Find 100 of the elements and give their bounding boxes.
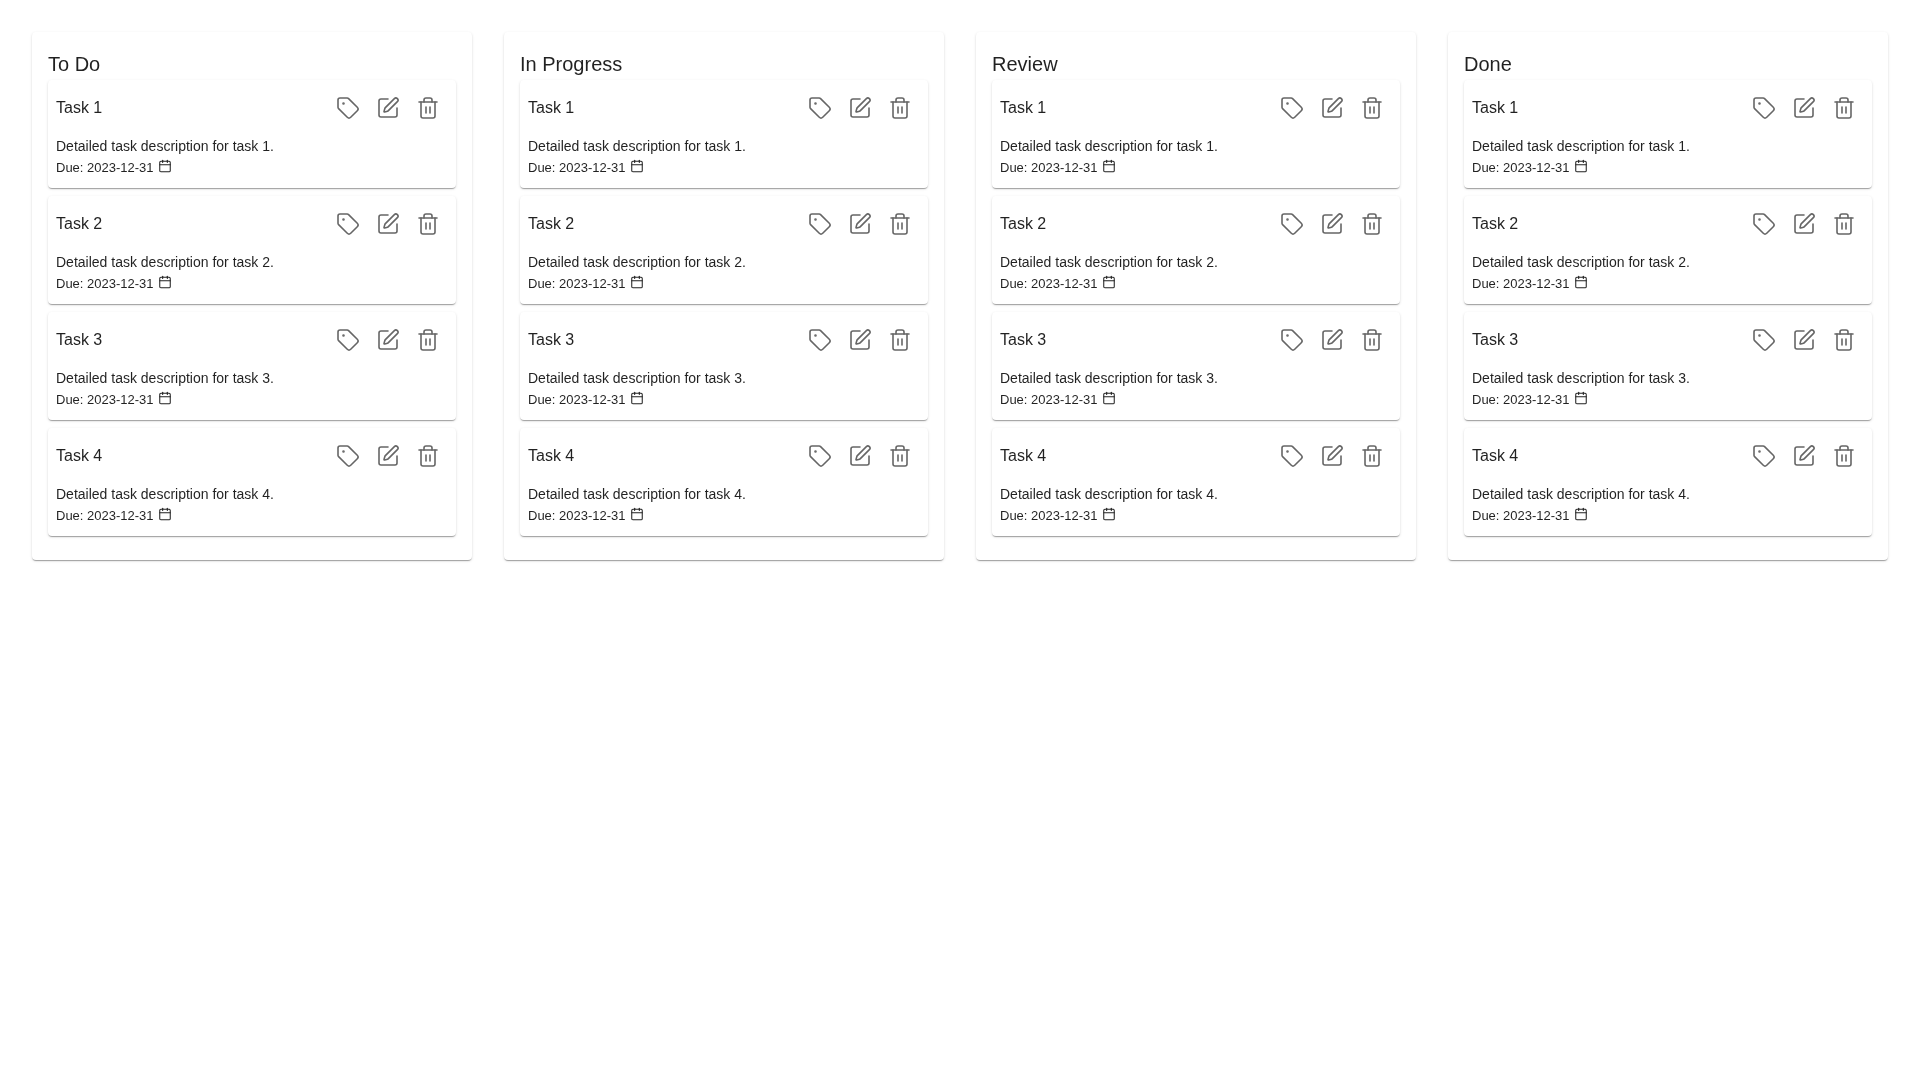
task-title: Task 1 xyxy=(56,98,103,118)
tag-icon xyxy=(1752,328,1776,352)
task-description: Detailed task description for task 4. xyxy=(1000,485,1218,504)
task-title: Task 2 xyxy=(528,214,575,234)
tag-icon xyxy=(1280,328,1304,352)
tag-icon xyxy=(1752,212,1776,236)
task-description: Detailed task description for task 3. xyxy=(528,369,746,388)
due-date: Due: 2023-12-31 xyxy=(1000,507,1098,525)
edit-icon xyxy=(376,212,400,236)
trash-icon xyxy=(1360,328,1384,352)
due-date: Due: 2023-12-31 xyxy=(1472,159,1570,177)
column-title: Done xyxy=(1464,52,1512,77)
task-title: Task 4 xyxy=(1000,446,1047,466)
tag-icon xyxy=(1280,444,1304,468)
calendar-icon xyxy=(157,159,172,173)
trash-icon xyxy=(416,96,440,120)
task-title: Task 3 xyxy=(1472,330,1519,350)
column-title: In Progress xyxy=(520,52,623,77)
task-description: Detailed task description for task 3. xyxy=(1472,369,1690,388)
trash-icon xyxy=(1360,212,1384,236)
due-date: Due: 2023-12-31 xyxy=(1000,275,1098,293)
trash-icon xyxy=(888,212,912,236)
task-description: Detailed task description for task 3. xyxy=(56,369,274,388)
trash-icon xyxy=(1360,444,1384,468)
calendar-icon xyxy=(629,391,644,405)
due-date: Due: 2023-12-31 xyxy=(56,391,154,409)
task-title: Task 2 xyxy=(1000,214,1047,234)
task-description: Detailed task description for task 2. xyxy=(528,253,746,272)
edit-icon xyxy=(1320,444,1344,468)
edit-icon xyxy=(1792,96,1816,120)
task-description: Detailed task description for task 4. xyxy=(528,485,746,504)
due-date: Due: 2023-12-31 xyxy=(1472,275,1570,293)
task-title: Task 1 xyxy=(1000,98,1047,118)
tag-icon xyxy=(808,444,832,468)
trash-icon xyxy=(1832,444,1856,468)
task-title: Task 3 xyxy=(528,330,575,350)
task-title: Task 2 xyxy=(56,214,103,234)
tag-icon xyxy=(336,96,360,120)
tag-icon xyxy=(1280,212,1304,236)
task-description: Detailed task description for task 1. xyxy=(56,137,274,156)
due-date: Due: 2023-12-31 xyxy=(56,159,154,177)
calendar-icon xyxy=(157,275,172,289)
trash-icon xyxy=(1360,96,1384,120)
trash-icon xyxy=(416,444,440,468)
calendar-icon xyxy=(629,159,644,173)
edit-icon xyxy=(376,444,400,468)
task-description: Detailed task description for task 1. xyxy=(1472,137,1690,156)
task-description: Detailed task description for task 2. xyxy=(1000,253,1218,272)
task-title: Task 3 xyxy=(56,330,103,350)
tag-icon xyxy=(336,212,360,236)
task-title: Task 3 xyxy=(1000,330,1047,350)
due-date: Due: 2023-12-31 xyxy=(528,391,626,409)
trash-icon xyxy=(888,96,912,120)
due-date: Due: 2023-12-31 xyxy=(1472,507,1570,525)
due-date: Due: 2023-12-31 xyxy=(528,507,626,525)
due-date: Due: 2023-12-31 xyxy=(56,507,154,525)
due-date: Due: 2023-12-31 xyxy=(1000,159,1098,177)
task-title: Task 4 xyxy=(1472,446,1519,466)
calendar-icon xyxy=(1101,507,1116,521)
edit-icon xyxy=(1792,444,1816,468)
task-title: Task 2 xyxy=(1472,214,1519,234)
calendar-icon xyxy=(1101,159,1116,173)
calendar-icon xyxy=(1573,275,1588,289)
edit-icon xyxy=(1320,328,1344,352)
tag-icon xyxy=(808,328,832,352)
column-title: Review xyxy=(992,52,1058,77)
trash-icon xyxy=(416,328,440,352)
edit-icon xyxy=(848,444,872,468)
due-date: Due: 2023-12-31 xyxy=(1000,391,1098,409)
tag-icon xyxy=(1280,96,1304,120)
calendar-icon xyxy=(157,507,172,521)
calendar-icon xyxy=(629,275,644,289)
tag-icon xyxy=(1752,96,1776,120)
task-description: Detailed task description for task 1. xyxy=(528,137,746,156)
task-title: Task 4 xyxy=(56,446,103,466)
task-description: Detailed task description for task 4. xyxy=(56,485,274,504)
due-date: Due: 2023-12-31 xyxy=(56,275,154,293)
trash-icon xyxy=(888,444,912,468)
task-description: Detailed task description for task 3. xyxy=(1000,369,1218,388)
edit-icon xyxy=(1792,212,1816,236)
due-date: Due: 2023-12-31 xyxy=(1472,391,1570,409)
task-description: Detailed task description for task 2. xyxy=(56,253,274,272)
calendar-icon xyxy=(1101,391,1116,405)
edit-icon xyxy=(1792,328,1816,352)
task-description: Detailed task description for task 1. xyxy=(1000,137,1218,156)
edit-icon xyxy=(376,328,400,352)
trash-icon xyxy=(1832,212,1856,236)
tag-icon xyxy=(808,96,832,120)
task-title: Task 4 xyxy=(528,446,575,466)
trash-icon xyxy=(1832,328,1856,352)
calendar-icon xyxy=(1573,391,1588,405)
calendar-icon xyxy=(1573,507,1588,521)
task-title: Task 1 xyxy=(1472,98,1519,118)
trash-icon xyxy=(1832,96,1856,120)
edit-icon xyxy=(848,96,872,120)
edit-icon xyxy=(376,96,400,120)
due-date: Due: 2023-12-31 xyxy=(528,159,626,177)
tag-icon xyxy=(336,444,360,468)
edit-icon xyxy=(1320,212,1344,236)
calendar-icon xyxy=(1101,275,1116,289)
